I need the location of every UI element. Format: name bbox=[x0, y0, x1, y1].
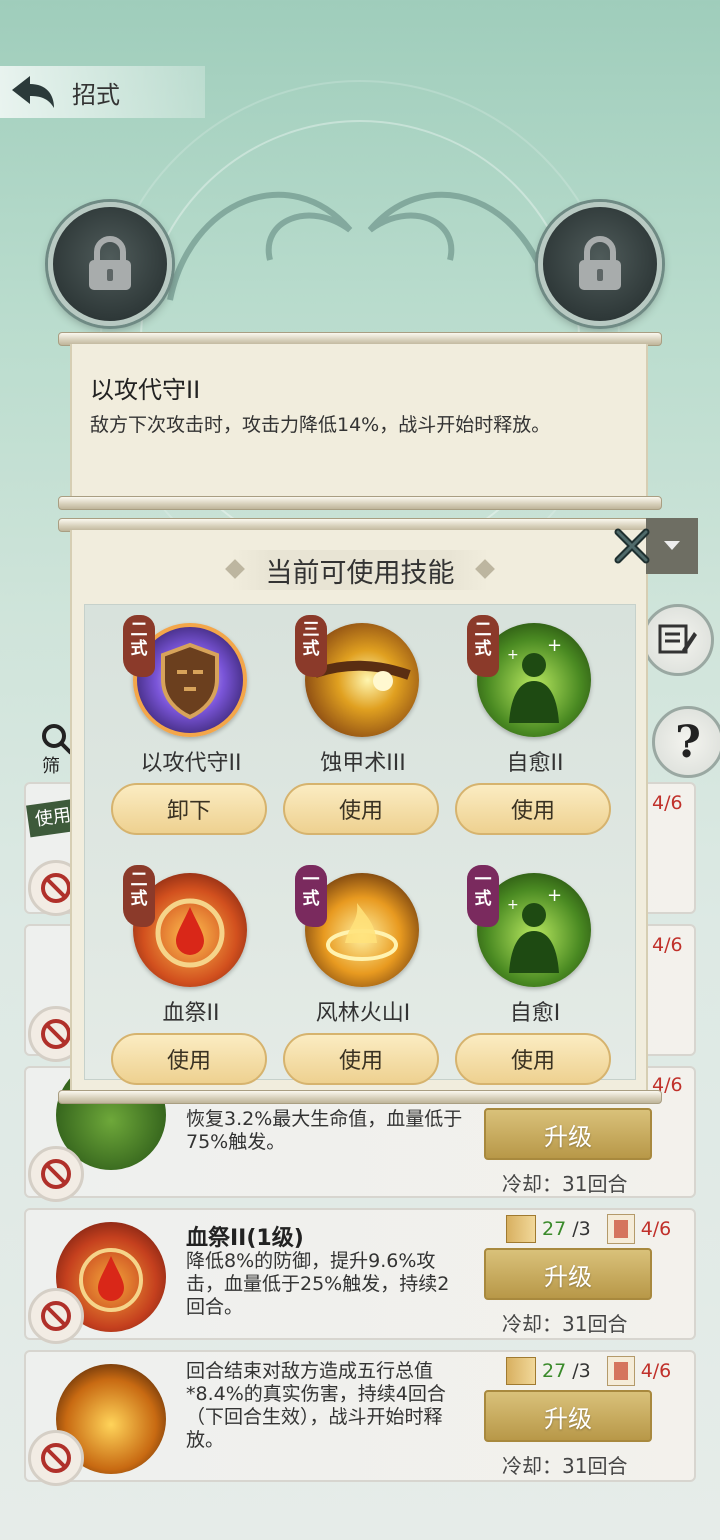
back-arrow-icon bbox=[12, 76, 54, 108]
skill-card[interactable]: + + 一式 自愈I 使用 bbox=[455, 855, 615, 1085]
ban-icon[interactable] bbox=[28, 1146, 84, 1202]
locked-slot-right[interactable] bbox=[538, 202, 662, 326]
skill-name: 以攻代守II bbox=[140, 751, 242, 776]
skill-name: 风林火山I bbox=[315, 1001, 411, 1026]
skill-card[interactable]: 二式 血祭II 使用 bbox=[111, 855, 271, 1085]
svg-text:+: + bbox=[547, 635, 562, 656]
use-button[interactable]: 使用 bbox=[455, 1033, 611, 1085]
count-right: 4/6 bbox=[652, 934, 683, 956]
skill-info-description: 敌方下次攻击时，攻击力降低14%，战斗开始时释放。 bbox=[90, 414, 551, 436]
picker-heading: 当前可使用技能 bbox=[232, 550, 488, 590]
skill-name: 自愈I bbox=[509, 1001, 561, 1026]
cooldown-text: 冷却：31回合 bbox=[502, 1454, 628, 1478]
skill-card[interactable]: + + 二式 自愈II 使用 bbox=[455, 605, 615, 835]
skill-description: 回合结束对敌方造成五行总值*8.4%的真实伤害，持续4回合（下回合生效），战斗开… bbox=[186, 1360, 446, 1451]
back-button[interactable]: 招式 bbox=[0, 66, 205, 118]
dropdown-toggle[interactable] bbox=[646, 518, 698, 574]
skill-description: 降低8%的防御，提升9.6%攻击，血量低于25%触发，持续2回合。 bbox=[186, 1250, 450, 1318]
skill-card[interactable]: 三式 蚀甲术III 使用 bbox=[283, 605, 443, 835]
scroll-rod-bottom bbox=[58, 496, 662, 510]
picker-rod-bottom bbox=[58, 1090, 662, 1104]
list-item[interactable]: 回合结束对敌方造成五行总值*8.4%的真实伤害，持续4回合（下回合生效），战斗开… bbox=[24, 1350, 696, 1486]
ban-icon[interactable] bbox=[28, 1430, 84, 1486]
skill-card[interactable]: 一式 风林火山I 使用 bbox=[283, 855, 443, 1085]
skill-card[interactable]: 二式 以攻代守II 卸下 bbox=[111, 605, 271, 835]
skill-name: 血祭II bbox=[162, 1001, 220, 1026]
count-right: 4/6 bbox=[652, 792, 683, 814]
tier-tag: 二式 bbox=[123, 615, 155, 677]
tier-tag: 一式 bbox=[467, 865, 499, 927]
skill-description: 恢复3.2%最大生命值，血量低于75%触发。 bbox=[186, 1108, 463, 1153]
book-material-icon bbox=[606, 1356, 635, 1386]
material-required: /3 bbox=[572, 1360, 591, 1382]
use-button[interactable]: 使用 bbox=[111, 1033, 267, 1085]
tier-tag: 二式 bbox=[123, 865, 155, 927]
skill-name: 蚀甲术III bbox=[320, 751, 406, 776]
skill-name: 自愈II bbox=[506, 751, 564, 776]
help-button[interactable]: ? bbox=[652, 706, 720, 778]
tier-tag: 三式 bbox=[295, 615, 327, 677]
material-count: 27 bbox=[542, 1360, 567, 1382]
count-right: 4/6 bbox=[640, 1218, 672, 1240]
material-count: 27 bbox=[542, 1218, 567, 1240]
tier-tag: 一式 bbox=[295, 865, 327, 927]
unequip-button[interactable]: 卸下 bbox=[111, 783, 267, 835]
lock-icon bbox=[89, 236, 131, 290]
cooldown-text: 冷却：31回合 bbox=[502, 1312, 628, 1336]
scroll-material-icon bbox=[506, 1357, 536, 1385]
search-icon bbox=[42, 724, 73, 755]
edit-button[interactable] bbox=[642, 604, 714, 676]
svg-text:+: + bbox=[507, 897, 519, 913]
use-button[interactable]: 使用 bbox=[283, 1033, 439, 1085]
cloud-ornament bbox=[167, 191, 553, 301]
svg-text:+: + bbox=[507, 647, 519, 663]
count-right: 4/6 bbox=[640, 1360, 672, 1382]
close-icon bbox=[614, 528, 650, 564]
upgrade-button[interactable]: 升级 bbox=[484, 1390, 652, 1442]
locked-slot-left[interactable] bbox=[48, 202, 172, 326]
page-title: 招式 bbox=[72, 80, 120, 109]
use-button[interactable]: 使用 bbox=[455, 783, 611, 835]
skill-info-title: 以攻代守II bbox=[90, 376, 201, 404]
use-button[interactable]: 使用 bbox=[283, 783, 439, 835]
lock-icon bbox=[579, 236, 621, 290]
upgrade-button[interactable]: 升级 bbox=[484, 1248, 652, 1300]
close-button[interactable] bbox=[612, 526, 652, 566]
upgrade-button[interactable]: 升级 bbox=[484, 1108, 652, 1160]
cooldown-text: 冷却：31回合 bbox=[502, 1172, 628, 1196]
ban-icon[interactable] bbox=[28, 1288, 84, 1344]
skill-grid: 二式 以攻代守II 卸下 三式 蚀甲术III 使用 + + 二式 自愈II 使用 … bbox=[84, 604, 636, 1085]
help-icon: ? bbox=[675, 716, 701, 768]
material-required: /3 bbox=[572, 1218, 591, 1240]
tier-tag: 二式 bbox=[467, 615, 499, 677]
skill-title: 血祭II(1级) bbox=[186, 1226, 304, 1251]
edit-note-icon bbox=[658, 624, 697, 654]
filter-label: 筛 bbox=[42, 756, 60, 777]
skill-info-panel: 以攻代守II 敌方下次攻击时，攻击力降低14%，战斗开始时释放。 bbox=[70, 344, 648, 496]
scroll-material-icon bbox=[506, 1215, 536, 1243]
svg-text:+: + bbox=[547, 885, 562, 906]
chevron-down-icon bbox=[664, 541, 680, 550]
list-item[interactable]: 血祭II(1级) 降低8%的防御，提升9.6%攻击，血量低于25%触发，持续2回… bbox=[24, 1208, 696, 1344]
book-material-icon bbox=[606, 1214, 635, 1244]
